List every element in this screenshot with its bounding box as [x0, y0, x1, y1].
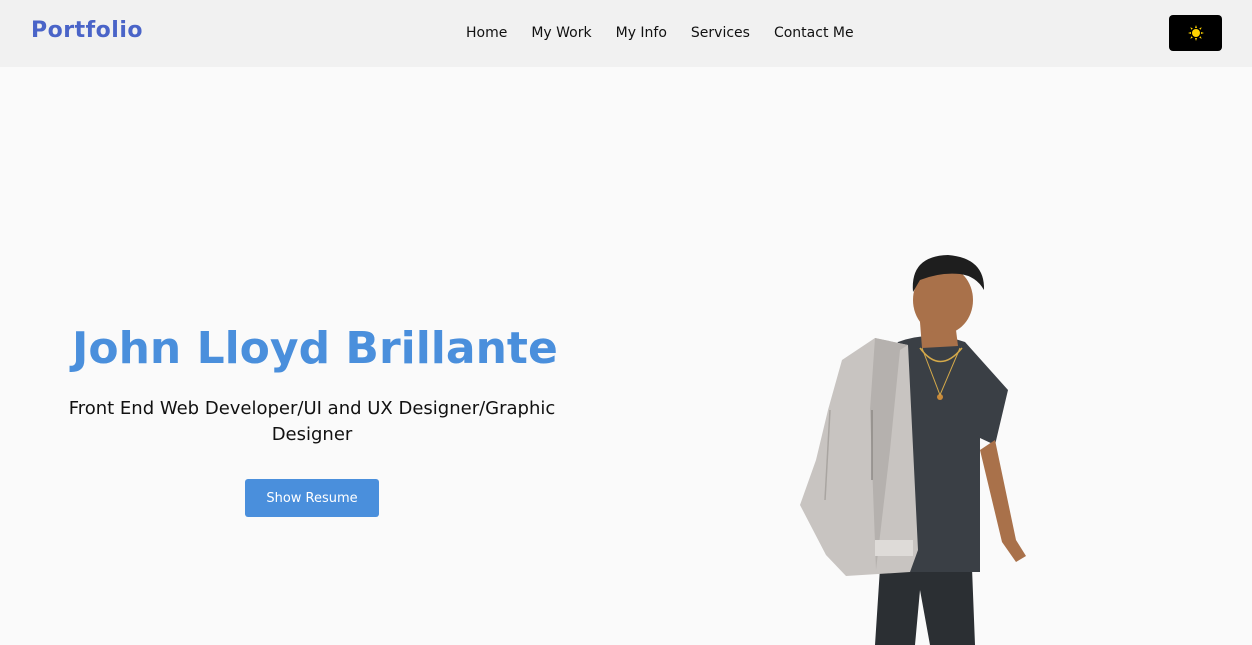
nav-contact-me[interactable]: Contact Me	[774, 24, 854, 42]
portrait-image	[800, 255, 1026, 645]
hero-role: Front End Web Developer/UI and UX Design…	[68, 398, 556, 445]
brand-logo[interactable]: Portfolio	[31, 18, 143, 43]
nav-my-work[interactable]: My Work	[531, 24, 591, 42]
nav-my-info[interactable]: My Info	[616, 24, 667, 42]
hero-name: John Lloyd Brillante	[72, 323, 558, 374]
theme-toggle-button[interactable]	[1169, 15, 1222, 51]
navbar: Portfolio Home My Work My Info Services …	[0, 0, 1252, 67]
nav-home[interactable]: Home	[466, 24, 507, 42]
show-resume-button[interactable]: Show Resume	[245, 479, 379, 517]
nav-links: Home My Work My Info Services Contact Me	[466, 24, 854, 42]
sun-icon	[1187, 25, 1204, 41]
nav-services[interactable]: Services	[691, 24, 750, 42]
